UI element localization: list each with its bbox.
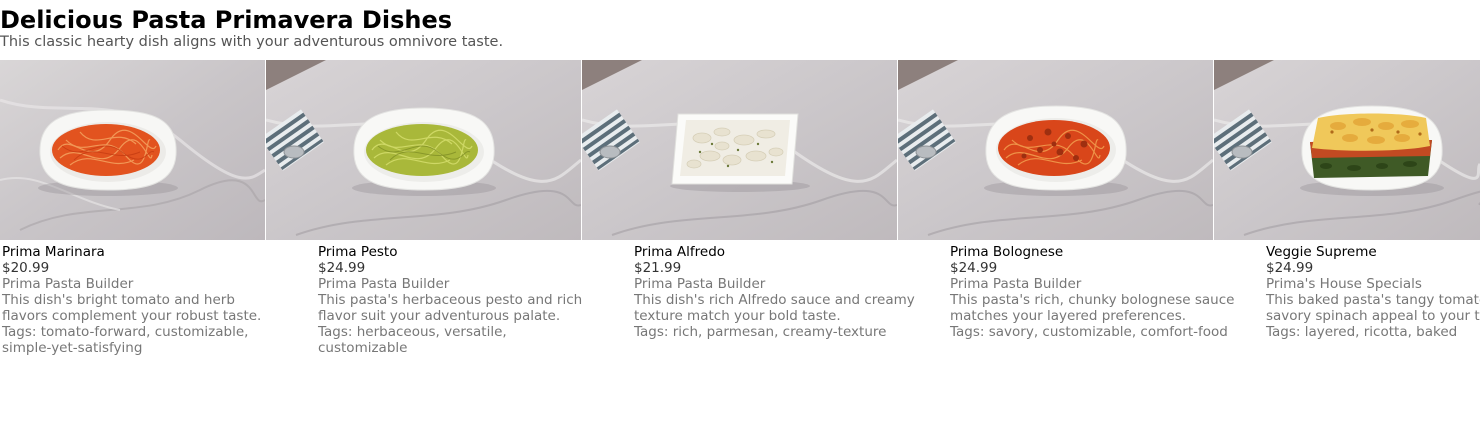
dish-card-veggie-supreme[interactable]: Veggie Supreme $24.99 Prima's House Spec… <box>1214 60 1480 340</box>
dish-maker: Prima Pasta Builder <box>318 276 450 292</box>
dish-image-marinara[interactable] <box>0 60 265 240</box>
dish-maker: Prima Pasta Builder <box>950 276 1082 292</box>
dish-price: $24.99 <box>318 260 366 276</box>
dish-price: $24.99 <box>1266 260 1314 276</box>
dish-name[interactable]: Prima Alfredo <box>634 244 896 260</box>
dish-description: This pasta's herbaceous pesto and rich f… <box>318 292 583 324</box>
dish-maker: Prima Pasta Builder <box>634 276 766 292</box>
dish-maker: Prima's House Specials <box>1266 276 1422 292</box>
dish-image-bolognese[interactable] <box>898 60 1213 240</box>
dish-tags: Tags: rich, parmesan, creamy-texture <box>634 324 887 340</box>
dish-tags: Tags: herbaceous, versatile, customizabl… <box>318 324 507 356</box>
page-header: Delicious Pasta Primavera Dishes This cl… <box>0 4 503 50</box>
dish-name[interactable]: Prima Marinara <box>2 244 264 260</box>
dish-description: This pasta's rich, chunky bolognese sauc… <box>950 292 1235 324</box>
dish-price: $20.99 <box>2 260 50 276</box>
dish-tags: Tags: savory, customizable, comfort-food <box>950 324 1228 340</box>
dish-list: Prima Marinara $20.99 Prima Pasta Builde… <box>0 60 1480 432</box>
dish-tags: Tags: tomato-forward, customizable, simp… <box>2 324 249 356</box>
dish-name[interactable]: Prima Pesto <box>318 244 580 260</box>
dish-image-veggie-supreme[interactable] <box>1214 60 1480 240</box>
dish-card-alfredo[interactable]: Prima Alfredo $21.99 Prima Pasta Builder… <box>582 60 915 340</box>
dish-card-marinara[interactable]: Prima Marinara $20.99 Prima Pasta Builde… <box>0 60 266 356</box>
dish-card-bolognese[interactable]: Prima Bolognese $24.99 Prima Pasta Build… <box>898 60 1234 340</box>
dish-name[interactable]: Veggie Supreme <box>1266 244 1478 260</box>
dish-name[interactable]: Prima Bolognese <box>950 244 1212 260</box>
page-title: Delicious Pasta Primavera Dishes <box>0 6 453 34</box>
dish-description: This dish's bright tomato and herb flavo… <box>2 292 262 324</box>
dish-card-pesto[interactable]: Prima Pesto $24.99 Prima Pasta Builder T… <box>266 60 582 356</box>
page-subtitle: This classic hearty dish aligns with you… <box>0 34 504 50</box>
dish-image-alfredo[interactable] <box>582 60 897 240</box>
dish-image-pesto[interactable] <box>266 60 581 240</box>
dish-price: $21.99 <box>634 260 682 276</box>
dish-description: This baked pasta's tangy tomato and savo… <box>1266 292 1480 324</box>
dish-description: This dish's rich Alfredo sauce and cream… <box>634 292 915 324</box>
dish-maker: Prima Pasta Builder <box>2 276 134 292</box>
dish-price: $24.99 <box>950 260 998 276</box>
dish-tags: Tags: layered, ricotta, baked <box>1266 324 1458 340</box>
